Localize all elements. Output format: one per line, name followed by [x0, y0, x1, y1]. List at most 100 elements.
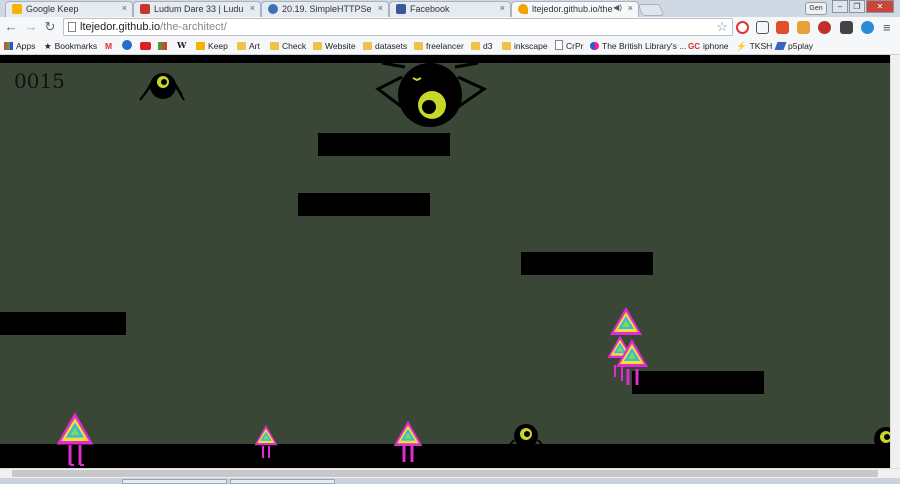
spider-enemy	[139, 73, 185, 101]
bookmark-d3[interactable]: d3	[471, 40, 492, 53]
bookmark-british-library[interactable]: The British Library's ...	[590, 40, 686, 53]
bookmark-label: inkscape	[514, 41, 548, 51]
bookmark-label: TKSH	[749, 41, 773, 51]
bookmark-star-icon[interactable]: ☆	[716, 19, 728, 35]
tab-facebook[interactable]: Facebook ×	[389, 1, 511, 17]
gc-icon: GC	[688, 42, 700, 51]
keep-icon	[12, 4, 22, 14]
bookmark-keep[interactable]: Keep	[196, 40, 228, 53]
bookmark-wikipedia[interactable]: W	[177, 40, 187, 53]
tab-python-docs[interactable]: 20.19. SimpleHTTPServer ×	[261, 1, 389, 17]
tab-close-icon[interactable]: ×	[500, 3, 505, 13]
bookmark-label: CrPr	[566, 41, 584, 51]
audio-playing-icon[interactable]: ◀)	[613, 3, 622, 12]
browser-toolbar: ← → ↻ ltejedor.github.io/the-architect/ …	[0, 17, 900, 38]
extension-blue-icon[interactable]	[861, 21, 874, 34]
hat-extension-icon[interactable]	[818, 21, 831, 34]
bookmark-label: Check	[282, 41, 307, 51]
scrollbar-thumb[interactable]	[12, 470, 878, 477]
taskbar-item[interactable]	[230, 479, 335, 484]
bookmark-label: Keep	[208, 41, 228, 51]
tab-close-icon[interactable]: ×	[250, 3, 255, 13]
python-icon	[268, 4, 278, 14]
bookmark-label: The British Library's ...	[602, 41, 687, 51]
game-canvas[interactable]: 0015	[0, 55, 890, 468]
bookmark-label: p5play	[788, 41, 814, 51]
bookmark-inkscape[interactable]: inkscape	[502, 40, 548, 53]
game-sprites	[56, 61, 890, 466]
bookmark-label: freelancer	[426, 41, 464, 51]
spider-enemy-partial	[874, 427, 890, 451]
blue-circle-icon	[122, 40, 132, 50]
bookmark-art[interactable]: Art	[237, 40, 260, 53]
triangle-creature	[254, 425, 278, 458]
back-button[interactable]: ←	[4, 19, 18, 35]
tab-title: Ludum Dare 33 | Ludum D	[154, 4, 244, 14]
wikipedia-icon: W	[177, 41, 187, 51]
tab-title: ltejedor.github.io/the-	[532, 4, 612, 14]
reload-button[interactable]: ↻	[43, 19, 57, 35]
bookmark-blue[interactable]	[122, 40, 135, 53]
bookmark-gmail[interactable]: M	[105, 40, 112, 53]
chrome-menu-icon[interactable]: ≡	[883, 20, 891, 35]
keep-icon	[196, 42, 205, 50]
bookmark-label: datasets	[375, 41, 408, 51]
bookmark-label: iphone	[703, 41, 729, 51]
bookmark-maps[interactable]	[158, 40, 170, 53]
tab-ludum-dare[interactable]: Ludum Dare 33 | Ludum D ×	[133, 1, 261, 17]
folder-icon	[270, 42, 279, 50]
forward-button[interactable]: →	[24, 19, 38, 35]
bookmark-check[interactable]: Check	[270, 40, 306, 53]
folder-icon	[471, 42, 480, 50]
bookmark-label: Bookmarks	[54, 41, 98, 51]
bookmark-crpr[interactable]: CrPr	[555, 40, 583, 53]
rocket-icon	[774, 42, 787, 50]
taskbar-item[interactable]	[122, 479, 227, 484]
bookmark-label: Art	[249, 41, 260, 51]
pocket-icon[interactable]	[840, 21, 853, 34]
profile-button[interactable]: Gen	[805, 2, 827, 15]
opera-extension-icon[interactable]	[736, 21, 749, 34]
address-bar[interactable]: ltejedor.github.io/the-architect/ ☆	[63, 18, 733, 36]
folder-icon	[313, 42, 322, 50]
tab-close-icon[interactable]: ×	[378, 3, 383, 13]
tab-title: 20.19. SimpleHTTPServer	[282, 4, 372, 14]
bookmark-youtube[interactable]	[140, 40, 154, 53]
folder-icon	[237, 42, 246, 50]
url-text[interactable]: ltejedor.github.io/the-architect/	[80, 21, 227, 33]
apps-icon	[4, 42, 13, 50]
flickr-icon	[590, 42, 599, 50]
leaf-icon	[518, 4, 528, 14]
boss-spider	[375, 61, 488, 127]
bookmark-iphone[interactable]: GC iphone	[688, 40, 729, 53]
tab-close-icon[interactable]: ×	[122, 3, 127, 13]
url-host: ltejedor.github.io	[80, 21, 161, 33]
url-path: /the-architect/	[160, 21, 227, 33]
new-tab-button[interactable]	[637, 4, 665, 16]
page-icon	[68, 22, 76, 32]
triangle-creature	[393, 420, 423, 462]
bookmark-website[interactable]: Website	[313, 40, 356, 53]
bookmark-apps[interactable]: Apps	[4, 40, 35, 53]
bookmark-p5play[interactable]: p5play	[774, 40, 814, 53]
bookmark-freelancer[interactable]: freelancer	[414, 40, 464, 53]
maps-icon	[158, 42, 167, 50]
maximize-button[interactable]: ❐	[849, 0, 865, 13]
tab-the-architect[interactable]: ltejedor.github.io/the- ◀) ×	[511, 1, 639, 17]
extension-badge-icon[interactable]	[797, 21, 810, 34]
digg-extension-icon[interactable]	[776, 21, 789, 34]
triangle-creature	[56, 412, 94, 466]
bookmark-datasets[interactable]: datasets	[363, 40, 407, 53]
ludum-dare-icon	[140, 4, 150, 14]
tab-google-keep[interactable]: Google Keep ×	[5, 1, 133, 17]
vertical-scrollbar[interactable]	[890, 55, 900, 468]
bookmark-bookmarks[interactable]: ★ Bookmarks	[44, 40, 97, 53]
star-icon: ★	[44, 41, 52, 51]
cast-icon[interactable]	[756, 21, 769, 34]
close-window-button[interactable]: ✕	[866, 0, 894, 13]
bookmark-label: Website	[325, 41, 356, 51]
bookmark-tksh[interactable]: ⚡ TKSH	[736, 40, 772, 53]
minimize-button[interactable]: –	[832, 0, 848, 13]
horizontal-scrollbar[interactable]	[0, 468, 900, 478]
tab-close-icon[interactable]: ×	[628, 3, 633, 13]
